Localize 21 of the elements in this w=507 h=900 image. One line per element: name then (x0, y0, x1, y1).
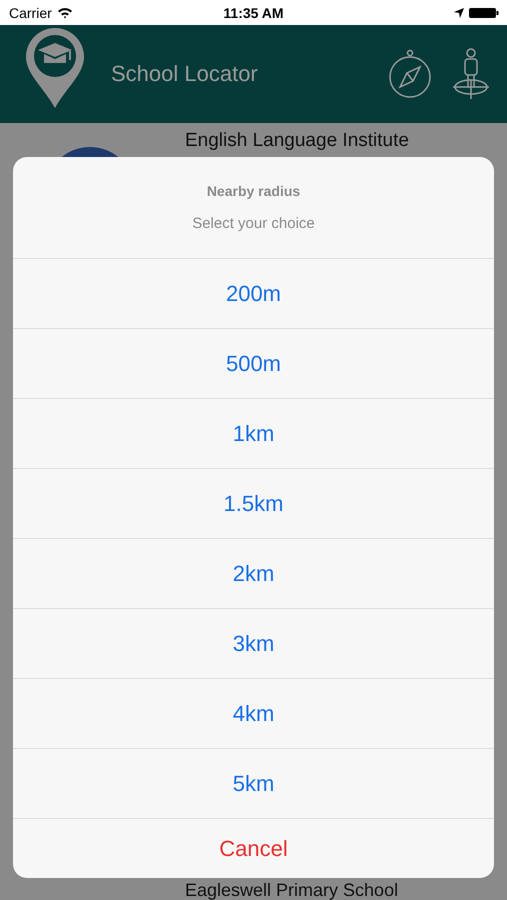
location-arrow-icon (454, 8, 464, 18)
radius-option[interactable]: 4km (13, 679, 494, 749)
radius-option[interactable]: 5km (13, 749, 494, 819)
radius-option[interactable]: 3km (13, 609, 494, 679)
carrier-label: Carrier (9, 4, 52, 20)
school-name: English Language Institute (185, 129, 409, 153)
wifi-icon (56, 6, 73, 18)
status-time: 11:35 AM (223, 4, 284, 20)
radius-option[interactable]: 200m (13, 259, 494, 329)
compass-icon[interactable] (387, 49, 433, 99)
person-target-icon[interactable] (451, 47, 491, 101)
radius-option[interactable]: 1km (13, 399, 494, 469)
radius-option[interactable]: 500m (13, 329, 494, 399)
radius-option[interactable]: 2km (13, 539, 494, 609)
sheet-message: Select your choice (192, 215, 315, 232)
battery-icon (469, 6, 499, 18)
radius-option[interactable]: 1.5km (13, 469, 494, 539)
radius-option[interactable]: Cancel (13, 819, 494, 878)
app-title: School Locator (111, 61, 259, 87)
sheet-title: Nearby radius (206, 183, 300, 199)
school-name: Eagleswell Primary School (185, 880, 398, 900)
